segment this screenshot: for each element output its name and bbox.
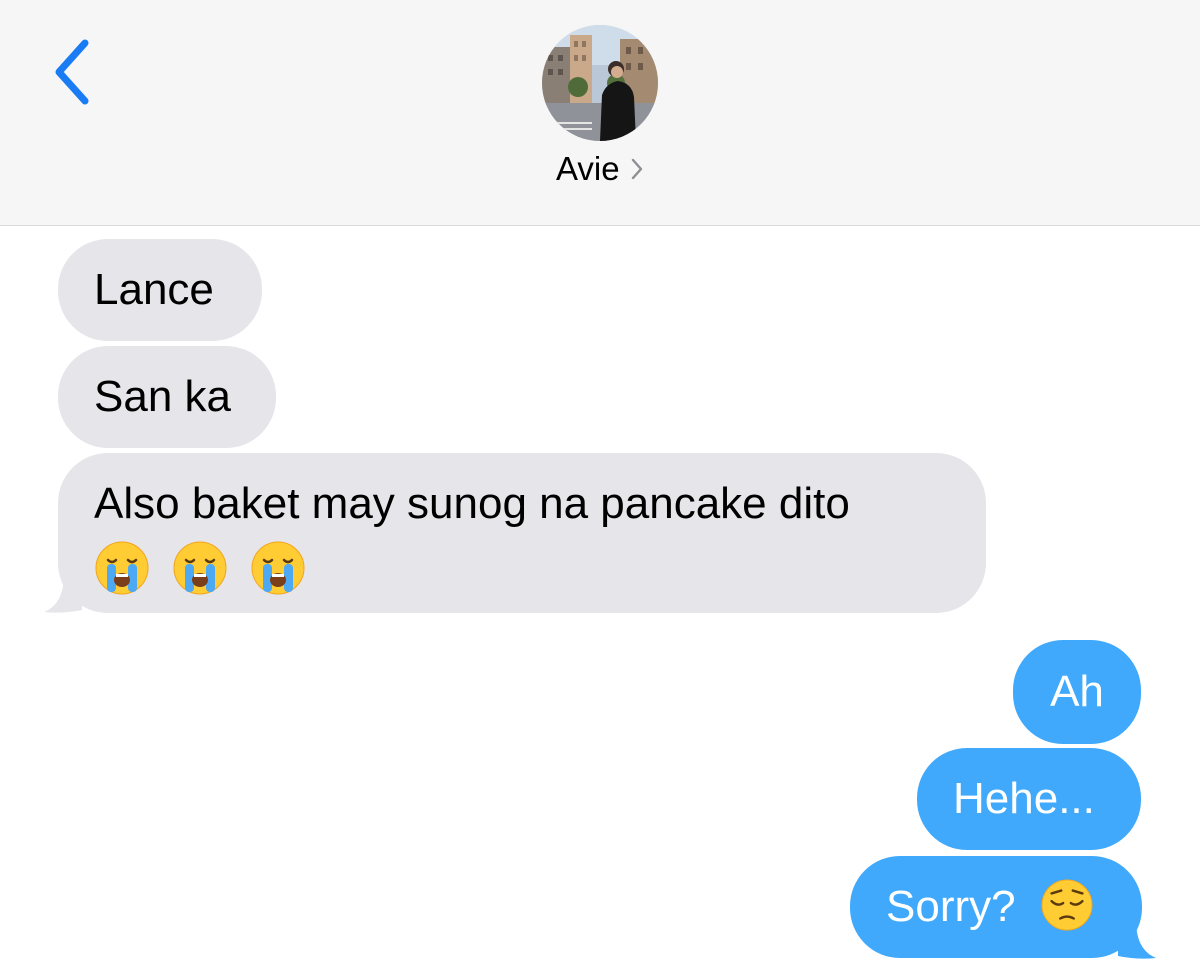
loudly-crying-face-icon [251,541,305,595]
contact-avatar-photo [542,25,658,141]
contact-name-button[interactable]: Avie [0,150,1200,188]
incoming-bubble-tail [44,574,82,613]
avatar[interactable] [542,25,658,141]
chevron-right-icon [631,158,643,180]
chevron-left-icon [55,39,89,105]
outgoing-bubble-tail [1118,920,1156,959]
back-button[interactable] [36,32,106,112]
message-text: Hehe... [953,774,1095,823]
pensive-face-icon [1041,879,1093,931]
contact-name: Avie [555,150,620,187]
message-text: San ka [94,372,231,421]
loudly-crying-face-icon [173,541,227,595]
conversation-header: Avie [0,0,1200,226]
message-text: Also baket may sunog na pancake dito [94,479,850,528]
message-text: Sorry? [886,882,1016,931]
message-bubble-outgoing[interactable]: Sorry? [850,856,1142,958]
message-bubble-outgoing[interactable]: Ah [1013,640,1141,744]
message-bubble-incoming[interactable]: San ka [58,346,276,448]
message-text: Lance [94,265,214,314]
message-bubble-outgoing[interactable]: Hehe... [917,748,1141,850]
message-bubble-incoming[interactable]: Also baket may sunog na pancake dito [58,453,986,613]
message-bubble-incoming[interactable]: Lance [58,239,262,341]
emoji-row [94,537,986,597]
loudly-crying-face-icon [95,541,149,595]
message-text: Ah [1050,667,1104,716]
